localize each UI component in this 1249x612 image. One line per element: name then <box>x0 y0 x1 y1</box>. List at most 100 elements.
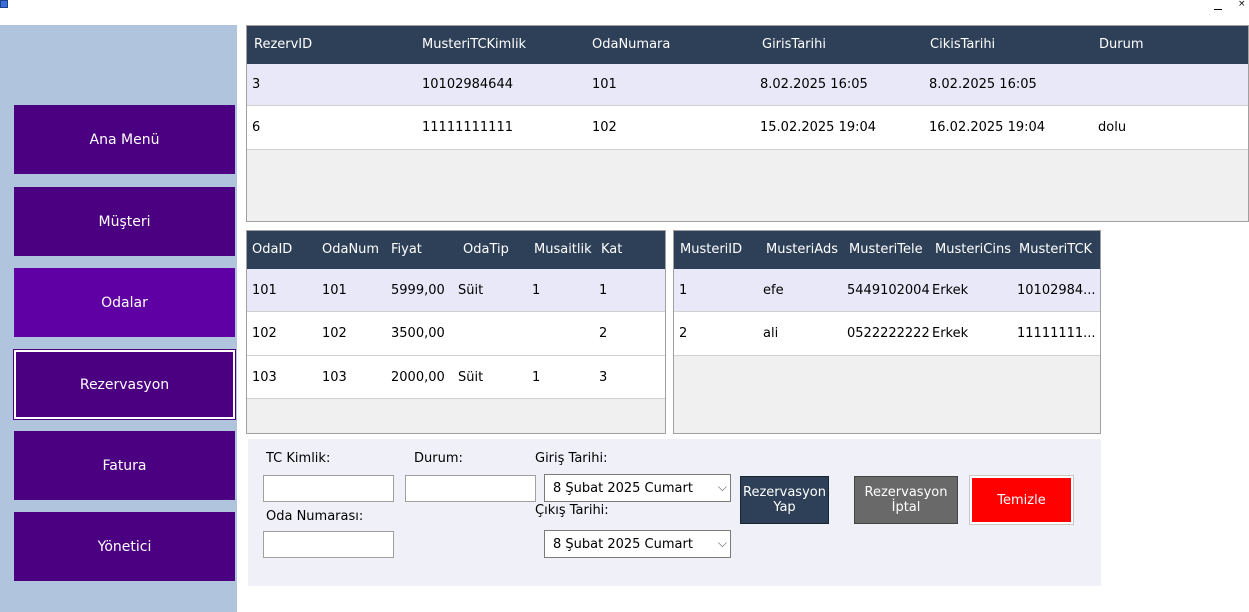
table-cell: 1 <box>532 370 541 385</box>
table-cell: 2 <box>679 326 688 341</box>
temizle-label: Temizle <box>997 492 1046 508</box>
table-row[interactable]: 103 103 2000,00 Süit 1 3 <box>247 356 665 399</box>
table-cell: 11111111111 <box>422 120 513 135</box>
sidebar: Ana Menü Müşteri Odalar Rezervasyon Fatu… <box>0 25 237 612</box>
table-cell: Süit <box>458 370 484 385</box>
table-cell: 101 <box>322 283 347 298</box>
rooms-grid[interactable]: OdaID OdaNum Fiyat OdaTip Musaitlik Kat … <box>246 230 666 434</box>
table-row[interactable]: 101 101 5999,00 Süit 1 1 <box>247 269 665 312</box>
column-header[interactable]: Kat <box>601 242 622 257</box>
table-cell: 16.02.2025 19:04 <box>929 120 1046 135</box>
table-cell: 101 <box>252 283 277 298</box>
table-cell: 101 <box>592 77 617 92</box>
giris-tarihi-label: Giriş Tarihi: <box>535 451 608 466</box>
cikis-tarihi-value: 8 Şubat 2025 Cumart <box>553 536 693 552</box>
column-header[interactable]: Fiyat <box>391 242 422 257</box>
giris-tarihi-picker[interactable]: 8 Şubat 2025 Cumart ⌵ <box>544 474 731 502</box>
minimize-icon[interactable] <box>1214 0 1222 10</box>
reservation-form: TC Kimlik: Durum: Oda Numarası: Giriş Ta… <box>248 439 1101 586</box>
customers-grid-header: MusteriID MusteriAds MusteriTele Musteri… <box>674 231 1100 269</box>
title-bar: × <box>0 0 1249 13</box>
column-header[interactable]: MusteriTele <box>849 242 933 257</box>
table-cell: efe <box>763 283 784 298</box>
table-cell: ali <box>763 326 779 341</box>
table-row[interactable]: 102 102 3500,00 2 <box>247 312 665 356</box>
table-cell: 1 <box>532 283 541 298</box>
column-header[interactable]: MusteriTCKimlik <box>422 37 526 52</box>
cikis-tarihi-picker[interactable]: 8 Şubat 2025 Cumart ⌵ <box>544 530 731 558</box>
rezervasyon-iptal-button[interactable]: Rezervasyon İptal <box>854 476 958 524</box>
table-cell: 3 <box>599 370 608 385</box>
table-cell: 10102984644 <box>422 77 513 92</box>
oda-numarasi-input[interactable] <box>263 531 394 558</box>
column-header[interactable]: MusteriCins <box>935 242 1017 257</box>
customers-grid[interactable]: MusteriID MusteriAds MusteriTele Musteri… <box>673 230 1101 434</box>
table-cell: 5999,00 <box>391 283 445 298</box>
table-cell: 102 <box>322 326 347 341</box>
giris-tarihi-value: 8 Şubat 2025 Cumart <box>553 480 693 496</box>
column-header[interactable]: OdaTip <box>463 242 509 257</box>
nav-odalar-button[interactable]: Odalar <box>14 268 235 337</box>
table-cell: 102 <box>252 326 277 341</box>
nav-rezervasyon-button[interactable]: Rezervasyon <box>13 349 236 420</box>
nav-yonetici-button[interactable]: Yönetici <box>14 512 235 581</box>
column-header[interactable]: Durum <box>1099 37 1144 52</box>
tc-kimlik-label: TC Kimlik: <box>266 451 331 466</box>
table-cell: 2000,00 <box>391 370 445 385</box>
table-cell: 1 <box>599 283 608 298</box>
table-cell: 15.02.2025 19:04 <box>760 120 877 135</box>
table-cell: 3 <box>252 77 261 92</box>
temizle-button[interactable]: Temizle <box>969 475 1074 525</box>
column-header[interactable]: RezervID <box>254 37 312 52</box>
cikis-tarihi-label: Çıkış Tarihi: <box>535 503 609 518</box>
durum-label: Durum: <box>414 451 463 466</box>
column-header[interactable]: OdaNumara <box>592 37 670 52</box>
table-row[interactable]: 1 efe 5449102004 Erkek 10102984... <box>674 269 1100 312</box>
table-cell: 8.02.2025 16:05 <box>760 77 868 92</box>
rooms-grid-header: OdaID OdaNum Fiyat OdaTip Musaitlik Kat <box>247 231 665 269</box>
column-header[interactable]: MusteriAds <box>766 242 846 257</box>
table-cell: 0522222222 <box>847 326 930 341</box>
rezervasyon-yap-button[interactable]: Rezervasyon Yap <box>740 476 829 524</box>
table-cell: 5449102004 <box>847 283 930 298</box>
table-cell: 11111111... <box>1017 326 1096 341</box>
column-header[interactable]: Musaitlik <box>534 242 592 257</box>
reservations-grid-header: RezervID MusteriTCKimlik OdaNumara Giris… <box>247 26 1248 64</box>
nav-fatura-button[interactable]: Fatura <box>14 431 235 500</box>
table-cell: 6 <box>252 120 261 135</box>
oda-numarasi-label: Oda Numarası: <box>266 509 364 524</box>
table-row[interactable]: 2 ali 0522222222 Erkek 11111111... <box>674 312 1100 356</box>
rezervasyon-yap-label: Rezervasyon Yap <box>743 485 826 515</box>
table-cell: Erkek <box>932 283 969 298</box>
table-cell: dolu <box>1098 120 1127 135</box>
table-cell: 102 <box>592 120 617 135</box>
chevron-down-icon[interactable]: ⌵ <box>718 536 727 551</box>
table-cell: 2 <box>599 326 608 341</box>
column-header[interactable]: GirisTarihi <box>762 37 826 52</box>
nav-musteri-button[interactable]: Müşteri <box>14 187 235 256</box>
rezervasyon-iptal-label: Rezervasyon İptal <box>864 485 948 515</box>
table-cell: 103 <box>252 370 277 385</box>
app-icon <box>0 0 8 8</box>
nav-ana-menu-button[interactable]: Ana Menü <box>14 105 235 174</box>
tc-kimlik-input[interactable] <box>263 475 394 502</box>
table-row[interactable]: 6 11111111111 102 15.02.2025 19:04 16.02… <box>247 106 1248 150</box>
column-header[interactable]: CikisTarihi <box>930 37 995 52</box>
table-cell: Erkek <box>932 326 969 341</box>
reservations-grid[interactable]: RezervID MusteriTCKimlik OdaNumara Giris… <box>246 25 1249 222</box>
table-cell: 3500,00 <box>391 326 445 341</box>
column-header[interactable]: MusteriID <box>680 242 742 257</box>
table-cell: Süit <box>458 283 484 298</box>
chevron-down-icon[interactable]: ⌵ <box>718 480 727 495</box>
table-cell: 1 <box>679 283 688 298</box>
table-cell: 10102984... <box>1017 283 1096 298</box>
column-header[interactable]: OdaNum <box>322 242 379 257</box>
column-header[interactable]: MusteriTCK <box>1019 242 1100 257</box>
table-row[interactable]: 3 10102984644 101 8.02.2025 16:05 8.02.2… <box>247 64 1248 106</box>
durum-input[interactable] <box>405 475 536 502</box>
app-window: × Ana Menü Müşteri Odalar Rezervasyon Fa… <box>0 0 1249 612</box>
close-icon[interactable]: × <box>1238 0 1246 9</box>
table-cell: 103 <box>322 370 347 385</box>
column-header[interactable]: OdaID <box>252 242 292 257</box>
table-cell: 8.02.2025 16:05 <box>929 77 1037 92</box>
